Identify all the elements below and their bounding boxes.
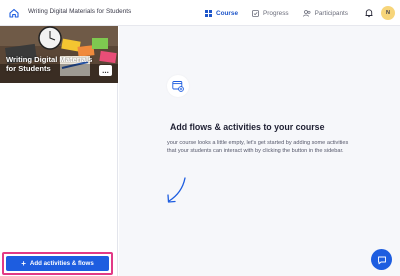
tab-course[interactable]: Course <box>205 9 239 17</box>
add-activities-button[interactable]: + Add activities & flows <box>6 256 109 271</box>
top-bar: Writing Digital Materials for Students C… <box>0 0 400 26</box>
tab-course-label: Course <box>216 9 239 17</box>
chat-icon <box>377 256 386 264</box>
avatar[interactable]: N <box>381 6 395 20</box>
add-activities-label: Add activities & flows <box>29 260 94 267</box>
chat-button[interactable] <box>371 249 392 270</box>
people-icon <box>302 9 311 17</box>
grid-icon <box>205 9 212 17</box>
tab-progress-label: Progress <box>263 9 289 17</box>
course-card[interactable]: Writing Digital Materials for Students .… <box>0 26 118 83</box>
tab-progress[interactable]: Progress <box>252 10 289 17</box>
home-icon[interactable] <box>8 7 20 19</box>
plus-icon: + <box>21 259 26 268</box>
progress-icon <box>252 9 259 17</box>
empty-state-description: your course looks a little empty, let's … <box>167 140 349 155</box>
tab-participants-label: Participants <box>314 9 348 17</box>
main-nav: Course Progress Participants <box>205 0 362 26</box>
sidebar: Writing Digital Materials for Students .… <box>0 26 118 276</box>
browser-add-icon <box>172 81 184 92</box>
main-content: Add flows & activities to your course yo… <box>119 26 400 276</box>
bell-icon[interactable] <box>364 8 374 18</box>
course-card-title: Writing Digital Materials for Students <box>6 55 93 73</box>
add-button-highlight: + Add activities & flows <box>2 252 113 275</box>
empty-state-title: Add flows & activities to your course <box>170 122 325 132</box>
tab-participants[interactable]: Participants <box>302 9 348 17</box>
course-title: Writing Digital Materials for Students <box>28 8 132 15</box>
empty-state-icon <box>167 75 189 97</box>
curved-arrow-icon <box>167 177 186 203</box>
more-options-button[interactable]: ... <box>99 65 112 76</box>
